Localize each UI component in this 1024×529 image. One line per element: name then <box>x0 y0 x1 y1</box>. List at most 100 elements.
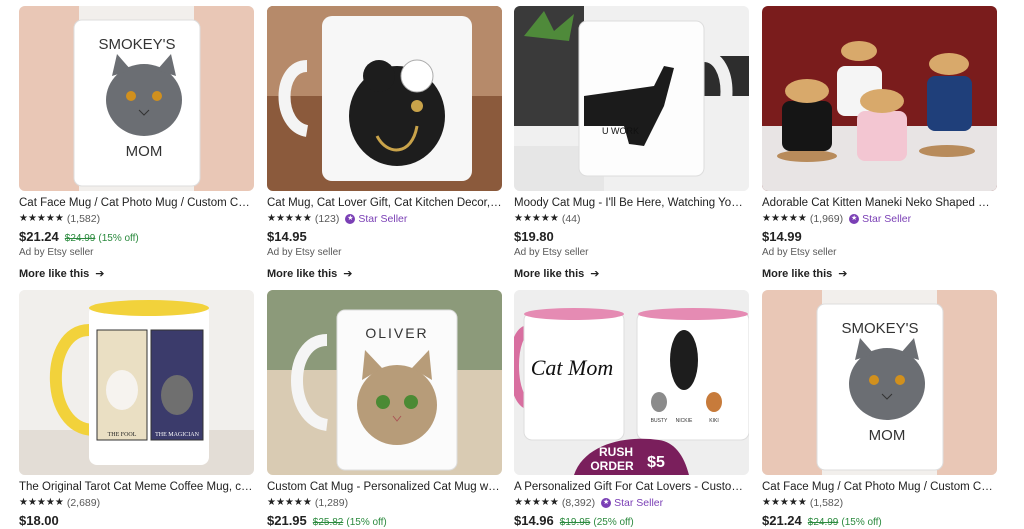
rating-row: ★★★★★ (8,392) ★ Star Seller <box>514 496 749 509</box>
product-title[interactable]: A Personalized Gift For Cat Lovers - Cus… <box>514 480 749 494</box>
product-card[interactable]: Adorable Cat Kitten Maneki Neko Shaped C… <box>762 6 997 280</box>
product-image[interactable]: OLIVER <box>267 290 502 475</box>
product-card[interactable]: Cat Mug, Cat Lover Gift, Cat Kitchen Dec… <box>267 6 502 280</box>
price-row: $14.95 <box>267 229 502 244</box>
price-row: $14.96 $19.95 (25% off) <box>514 513 749 528</box>
product-title[interactable]: Cat Face Mug / Cat Photo Mug / Custom Ca… <box>19 196 254 210</box>
more-like-this-link[interactable]: More like this ➔ <box>762 267 997 281</box>
price-row: $19.80 <box>514 229 749 244</box>
product-title[interactable]: The Original Tarot Cat Meme Coffee Mug, … <box>19 480 254 494</box>
mug-text-top: SMOKEY'S <box>98 36 175 53</box>
pet-name-1: BUSTY <box>651 418 668 424</box>
discount: (15% off) <box>841 517 882 528</box>
discount: (15% off) <box>346 517 387 528</box>
more-like-this-link[interactable]: More like this ➔ <box>514 267 749 281</box>
rush-price: $5 <box>647 454 665 471</box>
mug-text-bottom: MOM <box>126 143 163 160</box>
rating-row: ★★★★★ (44) <box>514 212 749 225</box>
product-image[interactable]: SMOKEY'S MOM <box>762 290 997 475</box>
more-like-this-link[interactable]: More like this ➔ <box>267 267 502 281</box>
price-row: $18.00 <box>19 513 254 528</box>
mug-text: OLIVER <box>365 325 428 341</box>
product-card[interactable]: OLIVER Custom Cat Mug - Personalized Cat… <box>267 290 502 528</box>
star-rating: ★★★★★ <box>514 213 559 224</box>
review-count: (1,582) <box>809 496 844 509</box>
review-count: (2,689) <box>66 496 101 509</box>
rating-row: ★★★★★ (1,582) <box>19 212 254 225</box>
rush-line-2: ORDER <box>590 459 634 473</box>
price: $18.00 <box>19 513 59 528</box>
price-row: $14.99 <box>762 229 997 244</box>
product-image[interactable]: U WORK <box>514 6 749 191</box>
rating-row: ★★★★★ (1,969) ★ Star Seller <box>762 212 997 225</box>
star-rating: ★★★★★ <box>19 497 64 508</box>
star-seller-badge: ★ Star Seller <box>345 213 407 225</box>
star-rating: ★★★★★ <box>514 497 559 508</box>
star-seller-icon: ★ <box>601 497 612 508</box>
arrow-right-icon: ➔ <box>95 268 105 280</box>
more-like-this-label: More like this <box>514 267 585 280</box>
product-card[interactable]: Cat Mom BUSTY NICKIE KIKI RUSH ORDER $5 … <box>514 290 749 528</box>
star-rating: ★★★★★ <box>762 213 807 224</box>
more-like-this-label: More like this <box>267 267 338 280</box>
price-row: $21.24 $24.99 (15% off) <box>19 229 254 244</box>
price: $19.80 <box>514 229 554 244</box>
product-image[interactable] <box>762 6 997 191</box>
mug-text: U WORK <box>602 126 639 136</box>
product-title[interactable]: Moody Cat Mug - I'll Be Here, Watching Y… <box>514 196 749 210</box>
more-like-this-label: More like this <box>762 267 833 280</box>
product-card[interactable]: U WORK Moody Cat Mug - I'll Be Here, Wat… <box>514 6 749 280</box>
product-card[interactable]: THE FOOL THE MAGICIAN The Original Tarot… <box>19 290 254 528</box>
star-seller-label: Star Seller <box>614 496 664 509</box>
product-title[interactable]: Cat Face Mug / Cat Photo Mug / Custom Ca… <box>762 480 997 494</box>
original-price: $19.95 <box>559 517 591 528</box>
more-like-this-link[interactable]: More like this ➔ <box>19 267 254 281</box>
review-count: (44) <box>561 212 581 225</box>
price: $21.95 <box>267 513 307 528</box>
price: $21.24 <box>762 513 802 528</box>
product-image[interactable]: Cat Mom BUSTY NICKIE KIKI RUSH ORDER $5 <box>514 290 749 475</box>
rating-row: ★★★★★ (1,289) <box>267 496 502 509</box>
mug-text: Cat Mom <box>531 355 614 380</box>
star-seller-badge: ★ Star Seller <box>849 213 911 225</box>
product-image[interactable]: SMOKEY'S MOM <box>19 6 254 191</box>
star-rating: ★★★★★ <box>267 213 312 224</box>
star-seller-icon: ★ <box>849 213 860 224</box>
review-count: (1,289) <box>314 496 349 509</box>
rating-row: ★★★★★ (123) ★ Star Seller <box>267 212 502 225</box>
pet-name-2: NICKIE <box>676 418 693 424</box>
product-image[interactable]: THE FOOL THE MAGICIAN <box>19 290 254 475</box>
mug-text-right: THE MAGICIAN <box>155 432 199 438</box>
mug-text-top: SMOKEY'S <box>841 320 918 337</box>
original-price: $24.99 <box>64 233 96 244</box>
price: $14.99 <box>762 229 802 244</box>
star-seller-label: Star Seller <box>862 212 912 225</box>
product-grid: SMOKEY'S MOM Cat Face Mug / Cat Photo Mu… <box>0 0 1024 529</box>
rush-line-1: RUSH <box>599 445 633 459</box>
arrow-right-icon: ➔ <box>590 268 600 280</box>
review-count: (8,392) <box>561 496 596 509</box>
star-rating: ★★★★★ <box>762 497 807 508</box>
mug-text-left: THE FOOL <box>108 432 137 438</box>
original-price: $24.99 <box>807 517 839 528</box>
price: $21.24 <box>19 229 59 244</box>
star-seller-label: Star Seller <box>358 212 408 225</box>
rating-row: ★★★★★ (1,582) <box>762 496 997 509</box>
product-card[interactable]: SMOKEY'S MOM Cat Face Mug / Cat Photo Mu… <box>19 6 254 280</box>
product-title[interactable]: Custom Cat Mug - Personalized Cat Mug wi… <box>267 480 502 494</box>
product-title[interactable]: Cat Mug, Cat Lover Gift, Cat Kitchen Dec… <box>267 196 502 210</box>
star-rating: ★★★★★ <box>267 497 312 508</box>
price-row: $21.24 $24.99 (15% off) <box>762 513 997 528</box>
price: $14.95 <box>267 229 307 244</box>
review-count: (1,969) <box>809 212 844 225</box>
product-card[interactable]: SMOKEY'S MOM Cat Face Mug / Cat Photo Mu… <box>762 290 997 528</box>
original-price: $25.82 <box>312 517 344 528</box>
arrow-right-icon: ➔ <box>838 268 848 280</box>
mug-text-bottom: MOM <box>869 427 906 444</box>
discount: (15% off) <box>98 233 139 244</box>
rating-row: ★★★★★ (2,689) <box>19 496 254 509</box>
price-row: $21.95 $25.82 (15% off) <box>267 513 502 528</box>
price: $14.96 <box>514 513 554 528</box>
product-image[interactable] <box>267 6 502 191</box>
product-title[interactable]: Adorable Cat Kitten Maneki Neko Shaped C… <box>762 196 997 210</box>
